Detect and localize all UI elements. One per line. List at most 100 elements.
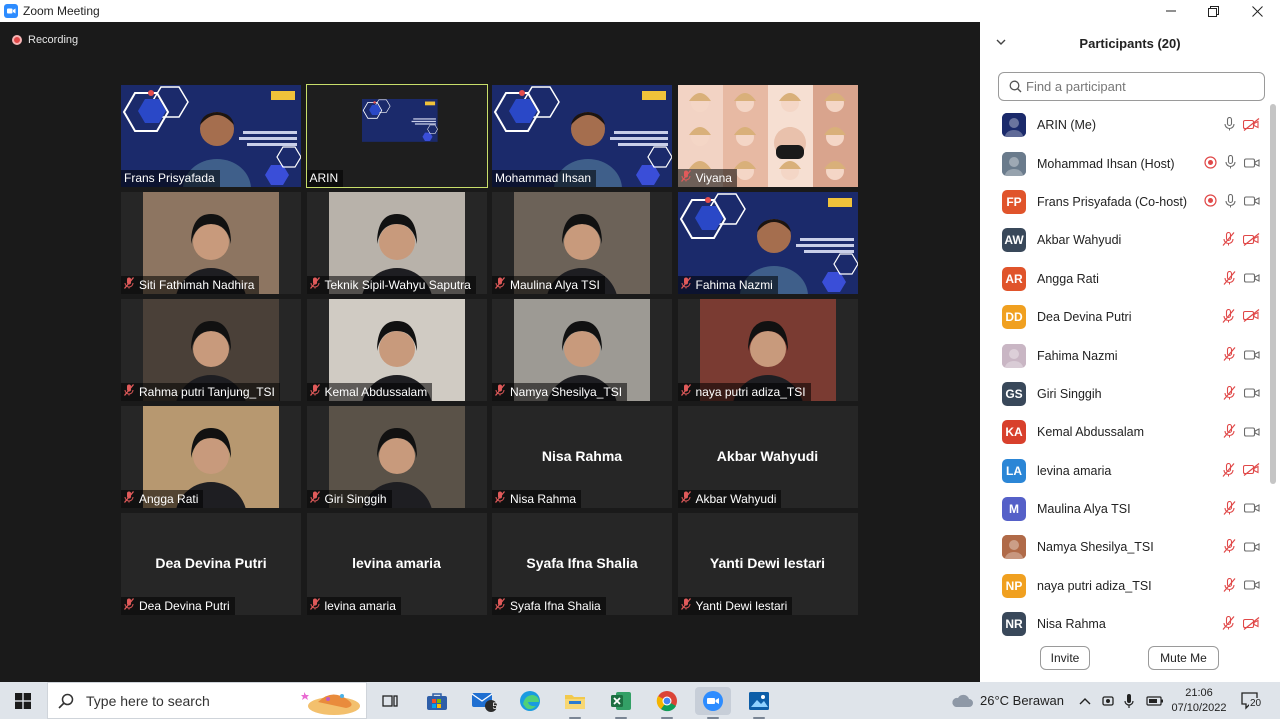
record-icon	[12, 35, 22, 45]
chrome-app[interactable]	[649, 687, 685, 719]
video-tile[interactable]: Dea Devina Putri Dea Devina Putri	[121, 513, 301, 615]
camera-indicator-icon[interactable]	[1102, 693, 1114, 709]
video-tile[interactable]: levina amaria levina amaria	[306, 513, 487, 615]
restore-button[interactable]	[1192, 0, 1234, 22]
mute-me-button[interactable]: Mute Me	[1148, 646, 1219, 670]
video-tile[interactable]: Giri Singgih	[306, 406, 487, 508]
participant-row[interactable]: FP Frans Prisyafada (Co-host)	[980, 183, 1270, 221]
zoom-icon	[4, 4, 18, 18]
video-tile[interactable]: Mohammad Ihsan	[492, 85, 672, 187]
participant-row[interactable]: NR Nisa Rahma	[980, 605, 1270, 636]
weather-widget[interactable]: 26°C Berawan	[950, 682, 1064, 719]
tile-name-tag: Yanti Dewi lestari	[677, 597, 793, 615]
participant-list-scrollbar[interactable]	[1270, 104, 1276, 484]
mic-muted-icon	[123, 277, 135, 292]
video-camera-icon[interactable]	[1243, 540, 1260, 558]
search-placeholder: Find a participant	[1026, 79, 1126, 94]
video-tile[interactable]: Syafa Ifna Shalia Syafa Ifna Shalia	[492, 513, 672, 615]
video-camera-off-icon[interactable]	[1242, 463, 1260, 481]
participant-row[interactable]: LA levina amaria	[980, 452, 1270, 490]
minimize-button[interactable]	[1150, 0, 1192, 22]
participant-row[interactable]: Fahima Nazmi	[980, 336, 1270, 374]
video-camera-icon[interactable]	[1243, 578, 1260, 596]
video-tile[interactable]: Fahima Nazmi	[677, 192, 858, 294]
photos-app[interactable]	[741, 687, 777, 719]
participant-row[interactable]: AW Akbar Wahyudi	[980, 221, 1270, 259]
microphone-muted-icon[interactable]	[1223, 539, 1236, 558]
video-tile[interactable]: naya putri adiza_TSI	[677, 299, 858, 401]
clock-date: 07/10/2022	[1171, 701, 1227, 714]
video-camera-icon[interactable]	[1243, 194, 1260, 212]
video-tile[interactable]: Akbar Wahyudi Akbar Wahyudi	[677, 406, 858, 508]
video-tile[interactable]: Kemal Abdussalam	[306, 299, 487, 401]
video-tile[interactable]: Siti Fathimah Nadhira	[121, 192, 301, 294]
microphone-muted-icon[interactable]	[1222, 232, 1235, 251]
chevron-down-icon[interactable]	[996, 37, 1006, 47]
start-button[interactable]	[5, 687, 41, 715]
video-camera-icon[interactable]	[1243, 271, 1260, 289]
close-button[interactable]	[1236, 0, 1278, 22]
video-camera-icon[interactable]	[1243, 156, 1260, 174]
store-app[interactable]	[419, 687, 455, 715]
video-camera-off-icon[interactable]	[1242, 232, 1260, 251]
participant-row[interactable]: Namya Shesilya_TSI	[980, 528, 1270, 566]
mail-app[interactable]: 5	[466, 687, 502, 715]
video-camera-icon[interactable]	[1243, 425, 1260, 443]
video-camera-icon[interactable]	[1243, 348, 1260, 366]
video-camera-off-icon[interactable]	[1242, 309, 1260, 327]
video-tile[interactable]: Teknik Sipil-Wahyu Saputra	[306, 192, 487, 294]
microphone-muted-icon[interactable]	[1223, 347, 1236, 366]
participant-row[interactable]: DD Dea Devina Putri	[980, 298, 1270, 336]
microphone-icon[interactable]	[1225, 193, 1236, 213]
microphone-muted-icon[interactable]	[1223, 577, 1236, 597]
microphone-muted-icon[interactable]	[1222, 616, 1235, 635]
chevron-up-icon[interactable]	[1078, 696, 1092, 706]
video-tile[interactable]: Frans Prisyafada	[121, 85, 301, 187]
mic-muted-icon	[309, 277, 320, 292]
task-view-button[interactable]	[372, 687, 408, 715]
edge-app[interactable]	[512, 687, 548, 715]
video-tile[interactable]: Viyana	[677, 85, 858, 187]
participant-name: Kemal Abdussalam	[1037, 425, 1145, 440]
microphone-icon[interactable]	[1225, 155, 1236, 174]
notification-center-button[interactable]: 20	[1240, 682, 1263, 719]
microphone-muted-icon[interactable]	[1222, 308, 1235, 328]
video-tile[interactable]: Rahma putri Tanjung_TSI	[121, 299, 301, 401]
invite-button[interactable]: Invite	[1040, 646, 1090, 670]
video-camera-icon[interactable]	[1243, 386, 1260, 404]
task-view-icon	[382, 695, 398, 707]
video-tile[interactable]: Yanti Dewi lestari Yanti Dewi lestari	[677, 513, 858, 615]
file-explorer-app[interactable]	[557, 687, 593, 719]
clock[interactable]: 21:06 07/10/2022	[1169, 682, 1229, 719]
zoom-app[interactable]	[695, 687, 731, 719]
microphone-muted-icon[interactable]	[1223, 424, 1236, 443]
participant-row[interactable]: GS Giri Singgih	[980, 375, 1270, 413]
participant-row[interactable]: Mohammad Ihsan (Host)	[980, 144, 1270, 182]
microphone-muted-icon[interactable]	[1223, 385, 1236, 405]
excel-app[interactable]	[603, 687, 639, 719]
video-tile[interactable]: Angga Rati	[121, 406, 301, 508]
battery-icon[interactable]	[1146, 694, 1164, 708]
video-tile[interactable]: Namya Shesilya_TSI	[492, 299, 672, 401]
microphone-muted-icon[interactable]	[1222, 462, 1235, 482]
taskbar-search-input[interactable]: Type here to search	[47, 682, 367, 719]
microphone-icon[interactable]	[1224, 116, 1235, 136]
video-camera-off-icon[interactable]	[1242, 616, 1260, 635]
microphone-muted-icon[interactable]	[1223, 270, 1236, 290]
participant-row[interactable]: NP naya putri adiza_TSI	[980, 567, 1270, 605]
participant-row[interactable]: ARIN (Me)	[980, 106, 1270, 144]
microphone-muted-icon[interactable]	[1223, 500, 1236, 520]
video-tile[interactable]: ARIN	[305, 84, 488, 188]
participant-row[interactable]: AR Angga Rati	[980, 260, 1270, 298]
video-tile[interactable]: Nisa Rahma Nisa Rahma	[492, 406, 672, 508]
video-camera-off-icon[interactable]	[1242, 117, 1260, 136]
participant-row[interactable]: M Maulina Alya TSI	[980, 490, 1270, 528]
avatar	[1002, 343, 1026, 368]
participant-row[interactable]: KA Kemal Abdussalam	[980, 413, 1270, 451]
participant-search-input[interactable]: Find a participant	[998, 72, 1265, 101]
microphone-icon[interactable]	[1124, 693, 1134, 709]
windows-icon	[15, 693, 31, 709]
video-tile[interactable]: Maulina Alya TSI	[492, 192, 672, 294]
recording-indicator[interactable]: Recording	[12, 34, 78, 46]
video-camera-icon[interactable]	[1243, 501, 1260, 519]
